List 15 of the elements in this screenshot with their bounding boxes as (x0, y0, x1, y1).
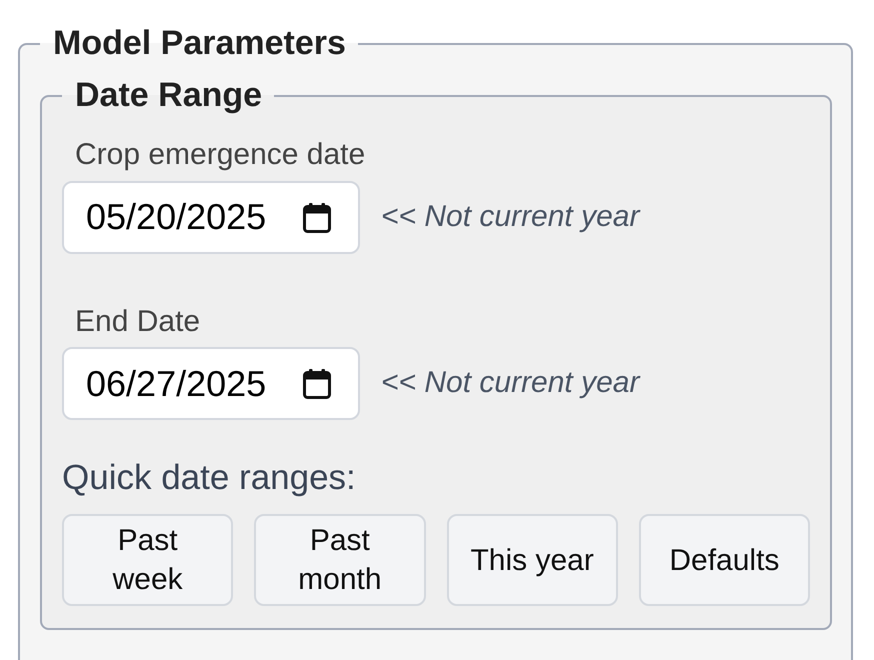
hint-text: << Not current year (381, 200, 640, 234)
range-button[interactable]: This year (446, 514, 618, 606)
field-label: Crop emergence date (74, 137, 366, 173)
date-input[interactable]: 05/20/2025 (62, 180, 360, 254)
quick-ranges-label: Quick date ranges: (62, 458, 357, 498)
range-button[interactable]: Defaults (638, 514, 810, 606)
calendar-icon[interactable] (303, 369, 331, 400)
calendar-icon[interactable] (303, 202, 331, 233)
hint-text: << Not current year (381, 366, 640, 401)
section-legend: Date Range (62, 76, 274, 116)
panel-legend: Model Parameters (40, 24, 358, 64)
field-label: End Date (74, 304, 202, 340)
range-button[interactable]: Past month (254, 514, 426, 606)
date-input[interactable]: 06/27/2025 (62, 347, 360, 420)
range-button[interactable]: Past week (62, 514, 234, 606)
